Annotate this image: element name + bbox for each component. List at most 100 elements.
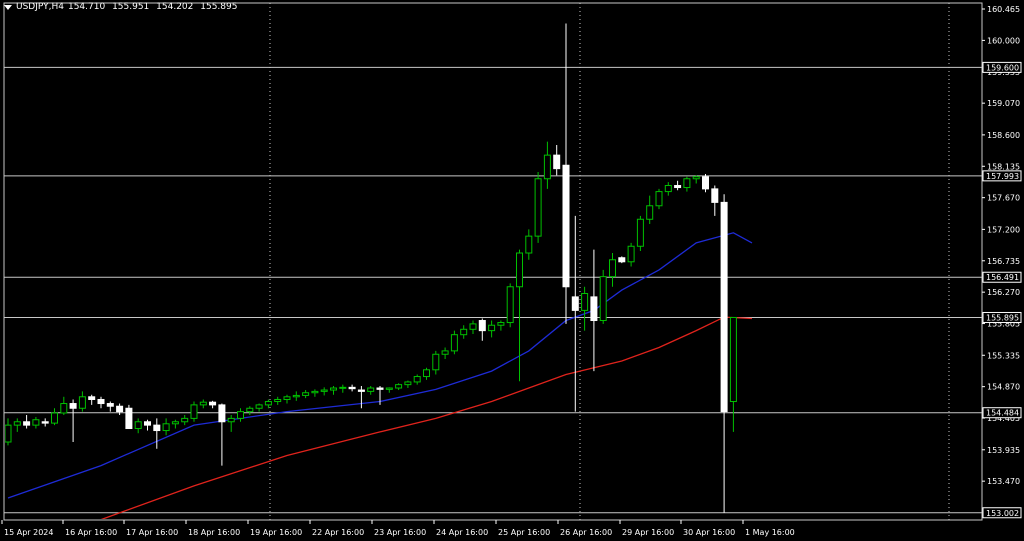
candle-body-bear — [106, 403, 114, 407]
dropdown-triangle-icon[interactable] — [4, 4, 12, 10]
moving-average-slow-line — [100, 316, 753, 519]
candle-body-bull — [227, 417, 235, 423]
candle-body-bear — [218, 404, 226, 423]
time-axis-label: 18 Apr 16:00 — [188, 528, 240, 537]
candle-body-bull — [488, 324, 496, 332]
candle-body-bull — [664, 185, 672, 193]
time-axis-label: 23 Apr 16:00 — [374, 528, 426, 537]
candle-body-bull — [181, 417, 189, 423]
candle-body-bull — [543, 154, 551, 180]
candle-body-bull — [171, 421, 179, 425]
candle-body-bull — [525, 235, 533, 254]
candle-body-bull — [32, 419, 40, 426]
time-axis-label: 30 Apr 16:00 — [683, 528, 735, 537]
time-axis-label: 22 Apr 16:00 — [312, 528, 364, 537]
candle-body-bull — [469, 323, 477, 330]
candle-body-bull — [413, 376, 421, 383]
candle-body-bull — [5, 424, 12, 443]
candle-body-bull — [581, 293, 589, 311]
candle-body-bull — [460, 328, 468, 336]
candle-body-bull — [432, 353, 440, 371]
candle-body-bear — [618, 257, 626, 263]
candle-body-bear — [125, 407, 133, 430]
high-value: 155.951 — [112, 2, 150, 12]
candle-body-bear — [562, 164, 570, 288]
candle-body-bull — [441, 350, 449, 355]
chart-header: USDJPY,H4 154.710 155.951 154.202 155.89… — [4, 2, 241, 12]
candle-body-bull — [692, 176, 700, 180]
candle-body-bear — [720, 201, 728, 413]
candle-body-bear — [116, 405, 124, 413]
candle-body-bear — [571, 296, 579, 311]
candle-body-bull — [385, 387, 393, 390]
candle-body-bull — [320, 389, 328, 392]
candle-body-bull — [255, 404, 263, 409]
candle-body-bull — [311, 390, 319, 394]
candle-body-bull — [497, 322, 505, 326]
candle-body-bull — [627, 245, 635, 263]
candle-body-bull — [190, 404, 198, 419]
candle-body-bear — [478, 320, 486, 332]
candle-body-bear — [553, 154, 561, 170]
ohlc-values: 154.710 155.951 154.202 155.895 — [68, 2, 242, 12]
candle-body-bear — [97, 398, 105, 405]
time-axis-label: 15 Apr 2024 — [4, 528, 53, 537]
level-label: 154.484 — [986, 409, 1019, 418]
price-tick-label: 160.465 — [987, 5, 1020, 14]
price-tick-label: 160.000 — [987, 36, 1020, 45]
candle-body-bull — [237, 411, 244, 419]
candle-body-bull — [506, 286, 514, 324]
candle-body-bear — [348, 386, 356, 390]
level-label: 153.002 — [986, 509, 1019, 518]
candle-body-bull — [246, 407, 254, 413]
candle-body-bear — [41, 421, 49, 424]
candle-body-bear — [357, 389, 365, 392]
time-axis-label: 17 Apr 16:00 — [126, 528, 178, 537]
candle-body-bull — [283, 396, 291, 400]
candle-body-bull — [162, 423, 170, 432]
candle-body-bull — [423, 369, 430, 378]
candle-body-bear — [376, 387, 384, 390]
candle-body-bear — [674, 185, 682, 189]
candle-body-bull — [339, 386, 347, 389]
level-label: 157.993 — [986, 172, 1019, 181]
price-tick-label: 159.070 — [987, 99, 1020, 108]
candle-body-bear — [711, 188, 719, 203]
open-value: 154.710 — [67, 2, 106, 12]
time-axis-label: 19 Apr 16:00 — [250, 528, 302, 537]
candle-body-bull — [330, 387, 337, 391]
candle-body-bull — [264, 401, 272, 406]
price-tick-label: 153.935 — [987, 446, 1020, 455]
level-label: 155.895 — [986, 313, 1019, 322]
candle-body-bull — [683, 178, 691, 189]
candle-body-bull — [134, 421, 142, 430]
price-tick-label: 156.270 — [987, 288, 1020, 297]
candle-body-bull — [516, 252, 523, 288]
chart-window[interactable]: 160.465160.000159.535159.070158.600158.1… — [0, 0, 1024, 541]
candle-body-bear — [88, 396, 96, 400]
candle-body-bear — [153, 424, 161, 432]
candle-body-bull — [636, 218, 644, 247]
price-tick-label: 156.735 — [987, 257, 1020, 266]
candle-body-bear — [144, 421, 151, 426]
price-tick-label: 155.335 — [987, 351, 1020, 360]
plot-frame — [3, 2, 983, 521]
time-axis-label: 26 Apr 16:00 — [560, 528, 612, 537]
price-tick-label: 157.200 — [987, 225, 1020, 234]
candle-body-bull — [51, 412, 58, 424]
candle-body-bull — [599, 276, 607, 322]
symbol-label: USDJPY,H4 — [16, 2, 64, 12]
candle-body-bear — [23, 421, 31, 426]
time-axis-label: 29 Apr 16:00 — [622, 528, 674, 537]
candle-body-bull — [609, 259, 616, 278]
candle-body-bull — [646, 205, 654, 220]
candle-body-bear — [209, 401, 217, 406]
candle-body-bull — [534, 178, 542, 237]
candle-body-bull — [274, 398, 282, 403]
candle-body-bull — [60, 403, 68, 414]
price-tick-label: 154.870 — [987, 383, 1020, 392]
candle-body-bull — [199, 401, 207, 406]
level-label: 156.491 — [986, 273, 1019, 282]
candle-body-bull — [78, 396, 86, 409]
chart-canvas[interactable]: 160.465160.000159.535159.070158.600158.1… — [0, 0, 1024, 541]
